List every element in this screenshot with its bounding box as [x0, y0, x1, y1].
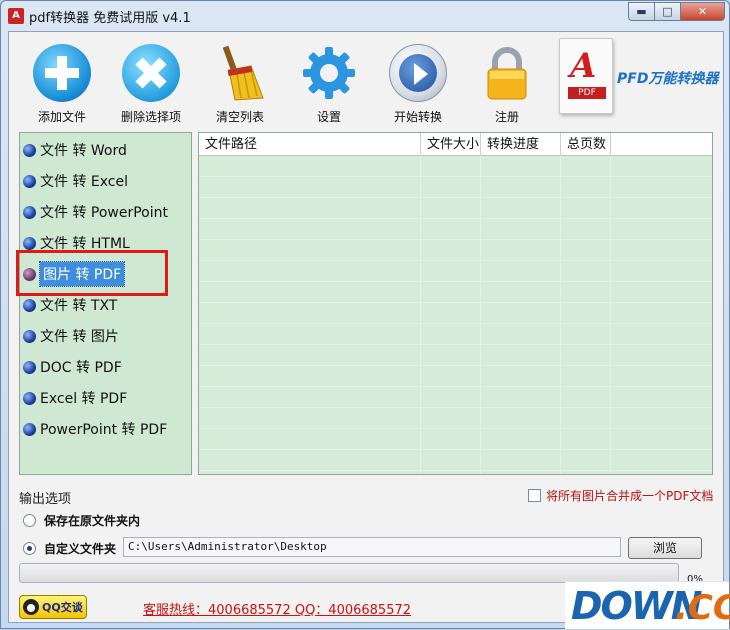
bullet-icon [23, 422, 36, 436]
menu-item-excel-to-pdf[interactable]: Excel 转 PDF [23, 387, 127, 409]
window-title: pdf转换器 免费试用版 v4.1 [29, 11, 191, 26]
menu-item-file-to-image[interactable]: 文件 转 图片 [23, 325, 119, 347]
radio-button[interactable] [23, 514, 36, 527]
clear-list-button[interactable]: 清空列表 [195, 44, 285, 128]
service-hotline-link[interactable]: 客服热线：4006685572 QQ：4006685572 [143, 599, 411, 618]
bullet-icon [23, 143, 36, 157]
client-area: 添加文件 删除选择项 清空列表 设置 开始转换 注册 A PDF PFD万能转换… [8, 31, 724, 623]
column-empty [611, 133, 712, 156]
menu-item-file-to-powerpoint[interactable]: 文件 转 PowerPoint [23, 201, 168, 223]
table-body [199, 156, 712, 474]
app-pdf-icon: A [8, 8, 24, 24]
clear-list-label: 清空列表 [215, 110, 264, 124]
bullet-icon [23, 391, 36, 405]
bullet-icon [23, 360, 36, 374]
selection-highlight-box [16, 250, 168, 296]
pdf-document-icon: A PDF [559, 38, 613, 114]
column-progress[interactable]: 转换进度 [481, 133, 561, 156]
register-label: 注册 [494, 110, 519, 124]
start-convert-button[interactable]: 开始转换 [373, 44, 463, 128]
qq-chat-label: QQ交谈 [42, 601, 83, 614]
play-icon [389, 44, 447, 102]
x-circle-icon [122, 44, 180, 102]
maximize-button[interactable]: □ [655, 2, 681, 21]
register-button[interactable]: 注册 [462, 44, 552, 128]
lock-icon [478, 44, 536, 102]
broom-icon [211, 44, 269, 102]
conversion-progress-bar [19, 563, 679, 583]
merge-images-checkbox[interactable]: 将所有图片合并成一个PDF文档 [528, 487, 713, 504]
watermark-cc: .CC [675, 588, 730, 628]
conversion-menu: 文件 转 Word 文件 转 Excel 文件 转 PowerPoint 文件 … [19, 132, 192, 475]
settings-label: 设置 [316, 110, 341, 124]
file-list-table[interactable]: 文件路径 文件大小 转换进度 总页数 [198, 132, 713, 475]
menu-item-powerpoint-to-pdf[interactable]: PowerPoint 转 PDF [23, 418, 167, 440]
plus-circle-icon [33, 44, 91, 102]
menu-item-file-to-txt[interactable]: 文件 转 TXT [23, 294, 117, 316]
output-path-field[interactable]: C:\Users\Administrator\Desktop [123, 537, 621, 557]
brand-text: PFD万能转换器 [617, 71, 719, 87]
column-file-path[interactable]: 文件路径 [199, 133, 421, 156]
close-button[interactable]: ✕ [681, 2, 725, 21]
title-bar[interactable]: A pdf转换器 免费试用版 v4.1 ▬ □ ✕ [1, 1, 729, 31]
product-logo: A PDF PFD万能转换器 [559, 38, 719, 126]
toolbar: 添加文件 删除选择项 清空列表 设置 开始转换 注册 A PDF PFD万能转换… [9, 32, 723, 130]
merge-images-label: 将所有图片合并成一个PDF文档 [546, 489, 714, 503]
delete-selected-label: 删除选择项 [120, 110, 181, 124]
add-file-button[interactable]: 添加文件 [17, 44, 107, 128]
checkbox-box[interactable] [528, 489, 541, 502]
settings-button[interactable]: 设置 [284, 44, 374, 128]
table-header: 文件路径 文件大小 转换进度 总页数 [199, 133, 712, 156]
menu-item-doc-to-pdf[interactable]: DOC 转 PDF [23, 356, 122, 378]
bullet-icon [23, 205, 36, 219]
radio-button-checked[interactable] [23, 542, 36, 555]
save-original-folder-radio[interactable]: 保存在原文件夹内 [23, 512, 140, 529]
gear-icon [300, 44, 358, 102]
custom-folder-radio[interactable]: 自定义文件夹 [23, 540, 116, 557]
site-watermark: DOWN .CC [565, 581, 730, 629]
app-window: A pdf转换器 免费试用版 v4.1 ▬ □ ✕ 添加文件 删除选择项 清空列… [0, 0, 730, 629]
output-options-title: 输出选项 [19, 492, 72, 507]
column-file-size[interactable]: 文件大小 [421, 133, 481, 156]
save-original-folder-label: 保存在原文件夹内 [44, 514, 141, 528]
qq-chat-button[interactable]: QQ交谈 [19, 595, 87, 619]
bullet-icon [23, 298, 36, 312]
delete-selected-button[interactable]: 删除选择项 [106, 44, 196, 128]
minimize-button[interactable]: ▬ [628, 2, 655, 21]
browse-button[interactable]: 浏览 [628, 537, 702, 559]
add-file-label: 添加文件 [37, 110, 86, 124]
bullet-icon [23, 174, 36, 188]
start-convert-label: 开始转换 [393, 110, 442, 124]
column-page-count[interactable]: 总页数 [561, 133, 611, 156]
custom-folder-label: 自定义文件夹 [44, 542, 117, 556]
menu-item-file-to-word[interactable]: 文件 转 Word [23, 139, 127, 161]
pdf-tag: PDF [568, 87, 606, 99]
bullet-icon [23, 329, 36, 343]
bullet-icon [23, 236, 36, 250]
qq-penguin-icon [23, 599, 39, 615]
window-controls: ▬ □ ✕ [628, 2, 725, 22]
menu-item-file-to-excel[interactable]: 文件 转 Excel [23, 170, 128, 192]
